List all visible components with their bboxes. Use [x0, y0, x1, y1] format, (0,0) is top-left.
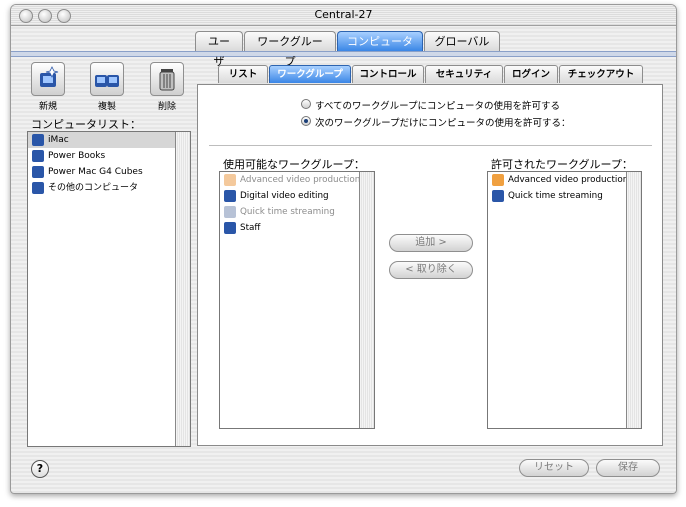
allowed-scrollbar[interactable]: [626, 172, 641, 428]
remove-button[interactable]: < 取り除く: [389, 261, 473, 279]
available-title: 使用可能なワークグループ：: [223, 158, 365, 171]
main-window: Central-27 ユーザ ワークグループ コンピュータ グローバル 新規 複…: [10, 4, 677, 494]
duplicate-icon: [95, 75, 119, 87]
list-item[interactable]: Advanced video production: [220, 172, 374, 188]
workgroup-icon: [492, 190, 504, 202]
list-item-label: Advanced video production: [508, 175, 629, 185]
list-item-label: その他のコンピュータ: [48, 183, 139, 193]
window-title: Central-27: [314, 8, 373, 21]
subtab-security[interactable]: セキュリティ: [425, 65, 503, 83]
list-item[interactable]: iMac: [28, 132, 190, 148]
subtab-login[interactable]: ログイン: [504, 65, 558, 83]
list-item-label: Staff: [240, 223, 261, 233]
list-item-label: Digital video editing: [240, 191, 329, 201]
list-item[interactable]: Power Mac G4 Cubes: [28, 164, 190, 180]
computer-icon: [32, 182, 44, 194]
workgroup-icon: [224, 222, 236, 234]
computer-icon: [32, 150, 44, 162]
top-tab-underline: [11, 51, 676, 57]
list-item[interactable]: Power Books: [28, 148, 190, 164]
list-item[interactable]: Advanced video production: [488, 172, 641, 188]
new-computer-icon: [40, 66, 59, 87]
tab-global[interactable]: グローバル: [424, 31, 500, 51]
radio-only-label: 次のワークグループだけにコンピュータの使用を許可する：: [315, 118, 571, 129]
list-item-label: Quick time streaming: [508, 191, 603, 201]
list-item-label: Power Mac G4 Cubes: [48, 167, 143, 177]
list-item-label: Quick time streaming: [240, 207, 335, 217]
list-item-label: iMac: [48, 135, 69, 145]
allowed-title: 許可されたワークグループ：: [491, 158, 633, 171]
list-item[interactable]: その他のコンピュータ: [28, 180, 190, 196]
divider: [209, 145, 652, 146]
workgroup-icon: [224, 190, 236, 202]
computer-icon: [32, 166, 44, 178]
workgroup-icon: [492, 174, 504, 186]
tab-workgroups[interactable]: ワークグループ: [244, 31, 336, 68]
computer-list[interactable]: iMac Power Books Power Mac G4 Cubes その他の…: [27, 131, 191, 447]
available-scrollbar[interactable]: [359, 172, 374, 428]
available-workgroups-list[interactable]: Advanced video production Digital video …: [219, 171, 375, 429]
workgroup-icon: [224, 206, 236, 218]
trash-icon: [159, 69, 175, 91]
list-item-label: Power Books: [48, 151, 106, 161]
list-item[interactable]: Quick time streaming: [220, 204, 374, 220]
subtab-control[interactable]: コントロール: [352, 65, 424, 83]
reset-button[interactable]: リセット: [519, 459, 589, 477]
title-bar: Central-27: [11, 5, 676, 26]
list-item[interactable]: Staff: [220, 220, 374, 236]
delete-label: 削除: [157, 102, 176, 112]
workgroup-icon: [224, 174, 236, 186]
computer-icon: [32, 134, 44, 146]
list-item[interactable]: Quick time streaming: [488, 188, 641, 204]
radio-only-workgroups[interactable]: [301, 116, 311, 126]
radio-all-workgroups[interactable]: [301, 99, 311, 109]
save-button[interactable]: 保存: [596, 459, 660, 477]
allowed-workgroups-list[interactable]: Advanced video production Quick time str…: [487, 171, 642, 429]
add-button[interactable]: 追加 >: [389, 234, 473, 252]
subtab-workgroups[interactable]: ワークグループ: [269, 65, 351, 83]
subtab-list[interactable]: リスト: [218, 65, 268, 83]
list-item[interactable]: Digital video editing: [220, 188, 374, 204]
computer-list-scrollbar[interactable]: [175, 132, 190, 446]
new-button[interactable]: [31, 62, 65, 96]
subtab-checkout[interactable]: チェックアウト: [559, 65, 643, 83]
help-button[interactable]: ?: [31, 460, 49, 478]
new-label: 新規: [38, 102, 57, 112]
radio-all-label: すべてのワークグループにコンピュータの使用を許可する: [315, 101, 561, 112]
computer-list-title: コンピュータリスト：: [31, 118, 141, 131]
tab-users[interactable]: ユーザ: [195, 31, 243, 68]
duplicate-button[interactable]: [90, 62, 124, 96]
delete-button[interactable]: [150, 62, 184, 96]
list-item-label: Advanced video production: [240, 175, 361, 185]
duplicate-label: 複製: [97, 102, 116, 112]
tab-computers[interactable]: コンピュータ: [337, 31, 423, 51]
